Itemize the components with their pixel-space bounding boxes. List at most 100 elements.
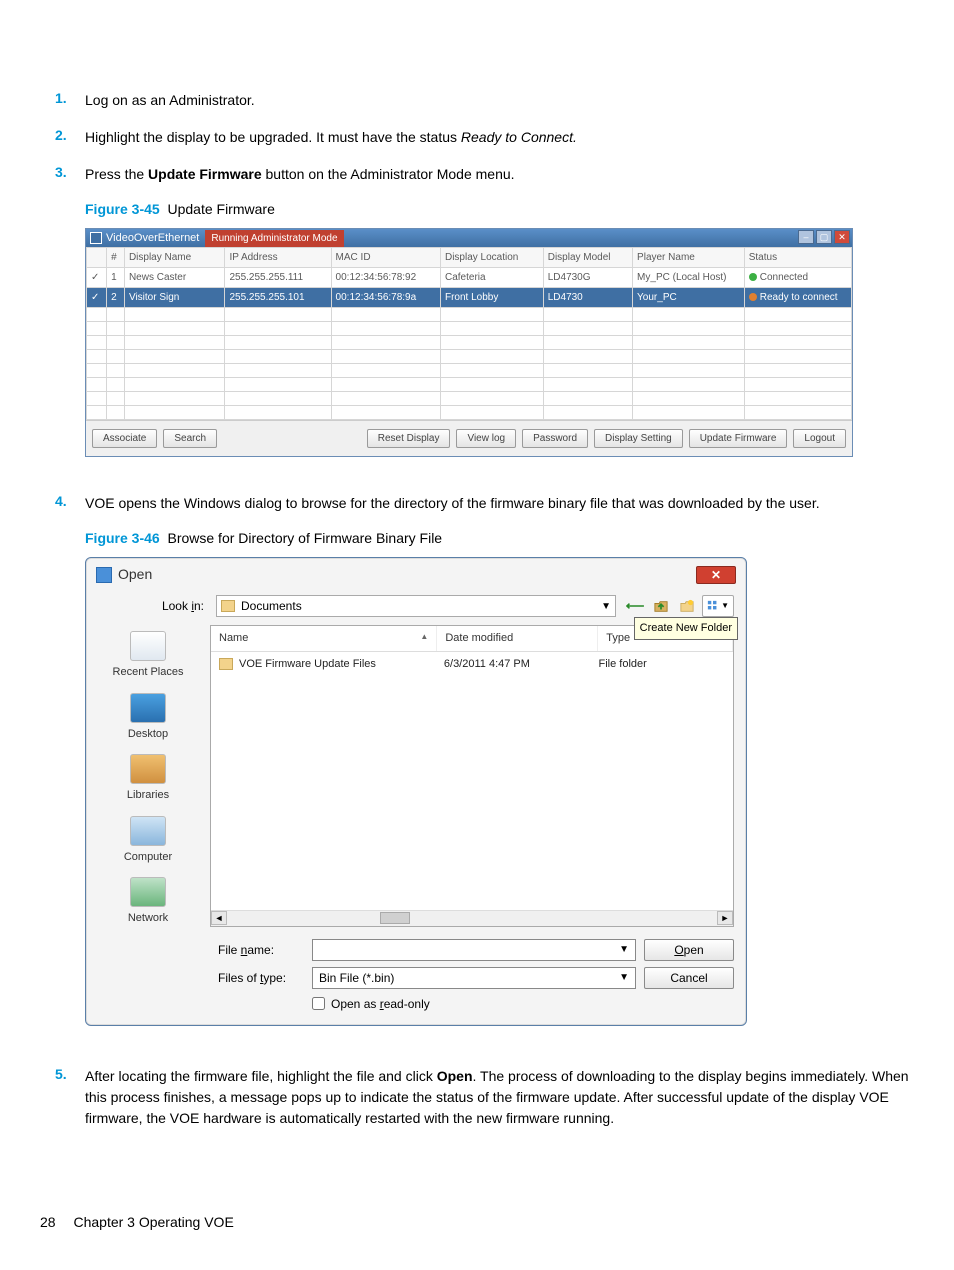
place-label: Desktop [128,726,168,743]
update-firmware-button[interactable]: Update Firmware [689,429,788,448]
col-ip[interactable]: IP Address [225,248,331,268]
figure-label: Figure 3-45 [85,201,160,217]
open-dialog-icon [96,567,112,583]
cell-ip: 255.255.255.111 [225,268,331,288]
display-setting-button[interactable]: Display Setting [594,429,683,448]
step-3-bold: Update Firmware [148,166,262,182]
scroll-right-icon[interactable]: ► [717,911,733,925]
folder-icon [221,600,235,612]
minimize-button[interactable]: – [798,230,814,244]
horizontal-scrollbar[interactable]: ◄ ► [211,910,733,926]
status-text: Connected [760,272,808,283]
place-desktop[interactable]: Desktop [128,693,168,743]
col-checkbox[interactable] [87,248,107,268]
open-titlebar[interactable]: Open ✕ [86,558,746,595]
recent-places-icon [130,631,166,661]
col-location[interactable]: Display Location [440,248,543,268]
table-row[interactable]: ✓ 1 News Caster 255.255.255.111 00:12:34… [87,268,852,288]
read-only-row[interactable]: Open as read-only [312,995,636,1013]
status-text: Ready to connect [760,292,838,303]
chevron-down-icon: ▼ [619,942,629,957]
up-one-level-icon[interactable] [650,595,672,617]
cell-check[interactable]: ✓ [87,268,107,288]
file-type: File folder [599,656,726,673]
cell-mac: 00:12:34:56:78:92 [331,268,440,288]
open-dialog: Open ✕ Look in: Documents ▼ ⟵ [85,557,747,1026]
column-name[interactable]: Name▲ [211,626,437,651]
chevron-down-icon: ▼ [619,970,629,985]
password-button[interactable]: Password [522,429,588,448]
close-button[interactable]: ✕ [696,566,736,584]
table-row [87,378,852,392]
new-folder-icon[interactable] [676,595,698,617]
read-only-checkbox[interactable] [312,997,325,1010]
col-player[interactable]: Player Name [633,248,745,268]
cell-player: Your_PC [633,288,745,308]
chapter-title: Chapter 3 Operating VOE [73,1214,233,1230]
scroll-left-icon[interactable]: ◄ [211,911,227,925]
page-footer: 28 Chapter 3 Operating VOE [40,1214,234,1230]
logout-button[interactable]: Logout [793,429,846,448]
step-1-text: Log on as an Administrator. [85,90,914,111]
step-number: 1. [55,90,85,111]
file-list-pane: Name▲ Date modified Type VOE Firmware Up… [210,625,734,927]
maximize-button[interactable]: ▢ [816,230,832,244]
step-number: 3. [55,164,85,477]
files-of-type-label: Files of type: [218,969,304,987]
file-date: 6/3/2011 4:47 PM [444,656,599,673]
place-network[interactable]: Network [128,877,168,927]
place-libraries[interactable]: Libraries [127,754,169,804]
step-2-text: Highlight the display to be upgraded. It… [85,127,914,148]
place-recent[interactable]: Recent Places [113,631,184,681]
col-status[interactable]: Status [744,248,851,268]
files-of-type-select[interactable]: Bin File (*.bin)▼ [312,967,636,989]
cell-player: My_PC (Local Host) [633,268,745,288]
cell-loc: Cafeteria [440,268,543,288]
file-name-input[interactable]: ▼ [312,939,636,961]
cell-model: LD4730 [543,288,632,308]
cancel-button[interactable]: Cancel [644,967,734,989]
col-model[interactable]: Display Model [543,248,632,268]
table-row [87,336,852,350]
table-row [87,322,852,336]
table-row[interactable]: ✓ 2 Visitor Sign 255.255.255.101 00:12:3… [87,288,852,308]
col-display-name[interactable]: Display Name [124,248,225,268]
scroll-thumb[interactable] [380,912,410,924]
step-4-span: VOE opens the Windows dialog to browse f… [85,495,820,511]
table-row [87,406,852,420]
col-mac[interactable]: MAC ID [331,248,440,268]
col-index[interactable]: # [107,248,125,268]
look-in-combo[interactable]: Documents ▼ [216,595,616,617]
voe-titlebar[interactable]: VideoOverEthernet Running Administrator … [86,229,852,247]
figure-3-46-caption: Figure 3-46 Browse for Directory of Firm… [85,528,914,549]
status-dot-icon [749,293,757,301]
place-computer[interactable]: Computer [124,816,172,866]
cell-name: Visitor Sign [124,288,225,308]
page-number: 28 [40,1214,56,1230]
column-date[interactable]: Date modified [437,626,598,651]
list-item[interactable]: VOE Firmware Update Files 6/3/2011 4:47 … [211,652,733,677]
search-button[interactable]: Search [163,429,217,448]
step-number: 5. [55,1066,85,1129]
figure-caption-text: Update Firmware [167,201,274,217]
figure-label: Figure 3-46 [85,530,160,546]
view-menu-icon[interactable]: ▼ [702,595,734,617]
col-label: Name [219,632,248,644]
cell-check[interactable]: ✓ [87,288,107,308]
table-header-row: # Display Name IP Address MAC ID Display… [87,248,852,268]
close-button[interactable]: ✕ [834,230,850,244]
step-number: 2. [55,127,85,148]
back-icon[interactable]: ⟵ [624,595,646,617]
reset-display-button[interactable]: Reset Display [367,429,451,448]
cell-ip: 255.255.255.101 [225,288,331,308]
voe-mode-badge: Running Administrator Mode [205,230,343,247]
new-folder-tooltip: Create New Folder [634,617,738,640]
place-label: Libraries [127,787,169,804]
folder-icon [219,658,233,670]
view-log-button[interactable]: View log [456,429,516,448]
associate-button[interactable]: Associate [92,429,157,448]
step-3-prefix: Press the [85,166,148,182]
open-button[interactable]: Open [644,939,734,961]
figure-3-45-caption: Figure 3-45 Update Firmware [85,199,914,220]
step-4-text: VOE opens the Windows dialog to browse f… [85,493,914,1050]
